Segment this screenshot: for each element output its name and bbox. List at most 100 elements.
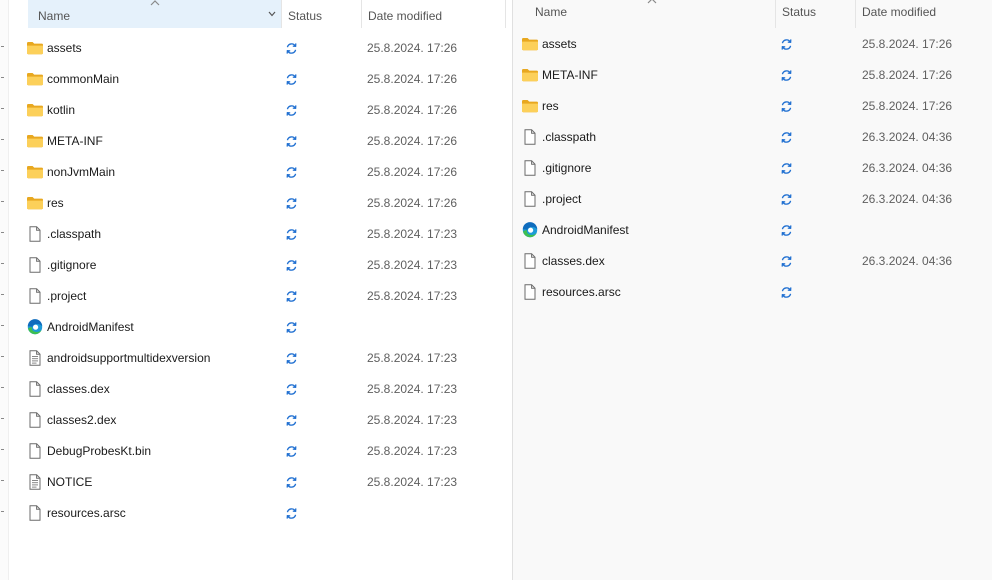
folder-icon — [26, 195, 44, 211]
column-header-name[interactable]: Name — [513, 0, 775, 28]
column-header-status[interactable]: Status — [281, 0, 361, 28]
file-name: .project — [542, 192, 582, 206]
file-row[interactable]: META-INF 25.8.2024. 17:26 — [513, 60, 992, 91]
file-row[interactable]: .gitignore 26.3.2024. 04:36 — [513, 153, 992, 184]
file-date-modified: 26.3.2024. 04:36 — [862, 161, 953, 175]
file-row[interactable]: resources.arsc — [0, 498, 512, 529]
file-row[interactable]: kotlin 25.8.2024. 17:26 — [0, 95, 512, 126]
file-name: res — [47, 196, 64, 210]
file-row[interactable]: META-INF 25.8.2024. 17:26 — [0, 126, 512, 157]
file-row[interactable]: assets 25.8.2024. 17:26 — [0, 33, 512, 64]
file-name: NOTICE — [47, 475, 93, 489]
sync-status-icon — [285, 228, 298, 241]
file-row[interactable]: .classpath 26.3.2024. 04:36 — [513, 122, 992, 153]
file-name: classes2.dex — [47, 413, 117, 427]
file-name: resources.arsc — [542, 285, 621, 299]
file-icon — [521, 284, 539, 300]
file-date-modified: 25.8.2024. 17:26 — [367, 72, 458, 86]
chevron-down-icon[interactable] — [268, 11, 276, 17]
file-row[interactable]: classes2.dex 25.8.2024. 17:23 — [0, 405, 512, 436]
file-name: assets — [47, 41, 82, 55]
column-header-status-label: Status — [782, 5, 817, 19]
file-icon — [521, 129, 539, 145]
sync-status-icon — [285, 445, 298, 458]
file-row[interactable]: DebugProbesKt.bin 25.8.2024. 17:23 — [0, 436, 512, 467]
sync-status-icon — [780, 286, 793, 299]
file-date-modified: 25.8.2024. 17:26 — [367, 134, 458, 148]
sync-status-icon — [780, 224, 793, 237]
file-date-modified: 25.8.2024. 17:26 — [367, 165, 458, 179]
file-row[interactable]: commonMain 25.8.2024. 17:26 — [0, 64, 512, 95]
file-icon — [26, 226, 44, 242]
sync-status-icon — [285, 352, 298, 365]
file-name: classes.dex — [47, 382, 110, 396]
sort-ascending-icon — [647, 0, 657, 4]
file-row[interactable]: AndroidManifest — [513, 215, 992, 246]
column-header-row: Name Status Date modified — [0, 0, 512, 28]
file-row[interactable]: classes.dex 25.8.2024. 17:23 — [0, 374, 512, 405]
file-name: .classpath — [47, 227, 102, 241]
folder-icon — [521, 36, 539, 52]
file-row[interactable]: res 25.8.2024. 17:26 — [0, 188, 512, 219]
file-name: .gitignore — [542, 161, 592, 175]
file-date-modified: 25.8.2024. 17:26 — [367, 103, 458, 117]
column-header-name-label: Name — [535, 5, 568, 19]
column-header-date-modified[interactable]: Date modified — [361, 0, 505, 28]
file-date-modified: 25.8.2024. 17:23 — [367, 382, 458, 396]
file-row[interactable]: .project 25.8.2024. 17:23 — [0, 281, 512, 312]
file-row[interactable]: .project 26.3.2024. 04:36 — [513, 184, 992, 215]
file-date-modified: 25.8.2024. 17:23 — [367, 227, 458, 241]
file-date-modified: 25.8.2024. 17:26 — [862, 37, 953, 51]
column-header-status[interactable]: Status — [775, 0, 855, 28]
file-date-modified: 26.3.2024. 04:36 — [862, 130, 953, 144]
sync-status-icon — [285, 104, 298, 117]
file-row[interactable]: res 25.8.2024. 17:26 — [513, 91, 992, 122]
file-icon — [26, 381, 44, 397]
sync-status-icon — [780, 255, 793, 268]
file-date-modified: 25.8.2024. 17:26 — [367, 41, 458, 55]
file-row[interactable]: nonJvmMain 25.8.2024. 17:26 — [0, 157, 512, 188]
column-header-name-label: Name — [38, 9, 71, 23]
column-header-name[interactable]: Name — [28, 0, 281, 28]
column-header-status-label: Status — [288, 9, 323, 23]
text-file-icon — [26, 474, 44, 490]
column-header-date-modified[interactable]: Date modified — [855, 0, 992, 28]
file-date-modified: 25.8.2024. 17:26 — [862, 99, 953, 113]
file-icon — [521, 253, 539, 269]
edge-browser-icon — [26, 319, 44, 335]
file-row[interactable]: .classpath 25.8.2024. 17:23 — [0, 219, 512, 250]
file-name: .project — [47, 289, 87, 303]
file-date-modified: 25.8.2024. 17:23 — [367, 444, 458, 458]
sort-ascending-icon — [150, 0, 160, 6]
file-icon — [26, 505, 44, 521]
file-name: classes.dex — [542, 254, 605, 268]
file-date-modified: 25.8.2024. 17:23 — [367, 351, 458, 365]
file-row[interactable]: .gitignore 25.8.2024. 17:23 — [0, 250, 512, 281]
file-date-modified: 25.8.2024. 17:23 — [367, 258, 458, 272]
file-name: DebugProbesKt.bin — [47, 444, 152, 458]
file-row[interactable]: classes.dex 26.3.2024. 04:36 — [513, 246, 992, 277]
sync-status-icon — [285, 42, 298, 55]
file-name: nonJvmMain — [47, 165, 116, 179]
file-name: .classpath — [542, 130, 597, 144]
file-row[interactable]: androidsupportmultidexversion 25.8.2024. … — [0, 343, 512, 374]
column-header-date-label: Date modified — [862, 5, 937, 19]
file-icon — [521, 160, 539, 176]
file-date-modified: 25.8.2024. 17:23 — [367, 289, 458, 303]
sync-status-icon — [285, 507, 298, 520]
sync-status-icon — [285, 166, 298, 179]
sync-status-icon — [285, 383, 298, 396]
file-row[interactable]: resources.arsc — [513, 277, 992, 308]
sync-status-icon — [285, 321, 298, 334]
file-date-modified: 25.8.2024. 17:23 — [367, 475, 458, 489]
file-name: assets — [542, 37, 577, 51]
file-icon — [521, 191, 539, 207]
file-row[interactable]: NOTICE 25.8.2024. 17:23 — [0, 467, 512, 498]
file-date-modified: 25.8.2024. 17:26 — [862, 68, 953, 82]
file-row[interactable]: assets 25.8.2024. 17:26 — [513, 29, 992, 60]
file-name: commonMain — [47, 72, 120, 86]
file-row[interactable]: AndroidManifest — [0, 312, 512, 343]
sync-status-icon — [780, 131, 793, 144]
folder-icon — [521, 67, 539, 83]
folder-icon — [26, 133, 44, 149]
